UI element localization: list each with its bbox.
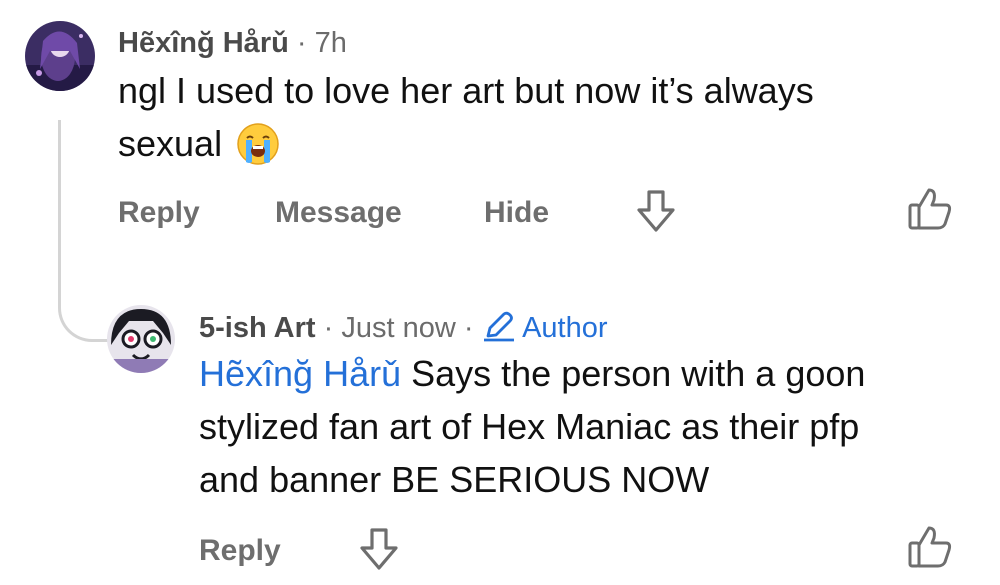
comment-text-line: ngl I used to love her art but now it’s … xyxy=(118,70,814,111)
comment-author-name[interactable]: Hẽxînğ Hårǔ xyxy=(118,27,289,59)
reply-text-line: Hẽxînğ Hårǔ Says the person with a goon xyxy=(199,353,866,394)
thread-connector-line xyxy=(58,120,118,342)
meta-separator: · xyxy=(323,312,334,344)
thumbs-up-icon[interactable] xyxy=(905,184,955,234)
comment-text-line: sexual xyxy=(118,117,978,170)
reply-author-name[interactable]: 5-ish Art xyxy=(199,312,316,344)
reply-meta: 5-ish Art · Just now · Author xyxy=(199,310,608,345)
reply-text-line: stylized fan art of Hex Maniac as their … xyxy=(199,406,860,447)
mention-link[interactable]: Hẽxînğ Hårǔ xyxy=(199,353,401,394)
meta-separator: · xyxy=(296,27,307,59)
loudly-crying-face-emoji xyxy=(236,122,280,166)
comment-meta: Hẽxînğ Hårǔ · 7h xyxy=(118,27,347,60)
reply-button[interactable]: Reply xyxy=(199,534,281,568)
pencil-icon xyxy=(482,310,516,342)
arrow-down-icon[interactable] xyxy=(633,186,679,236)
reply-text-line: and banner BE SERIOUS NOW xyxy=(199,459,710,500)
message-button[interactable]: Message xyxy=(275,196,402,230)
thumbs-up-icon[interactable] xyxy=(905,522,955,572)
reply-author-avatar[interactable] xyxy=(107,305,175,373)
reply-body: Hẽxînğ Hårǔ Says the person with a goon … xyxy=(199,347,989,506)
arrow-down-icon[interactable] xyxy=(356,524,402,574)
commenter-avatar[interactable] xyxy=(25,21,95,91)
comment-body: ngl I used to love her art but now it’s … xyxy=(118,64,978,170)
comment-timestamp: 7h xyxy=(314,27,347,59)
meta-separator: · xyxy=(463,312,474,344)
reply-button[interactable]: Reply xyxy=(118,196,200,230)
hide-button[interactable]: Hide xyxy=(484,196,549,230)
reply-timestamp: Just now xyxy=(341,312,456,344)
author-badge: Author xyxy=(522,312,608,344)
